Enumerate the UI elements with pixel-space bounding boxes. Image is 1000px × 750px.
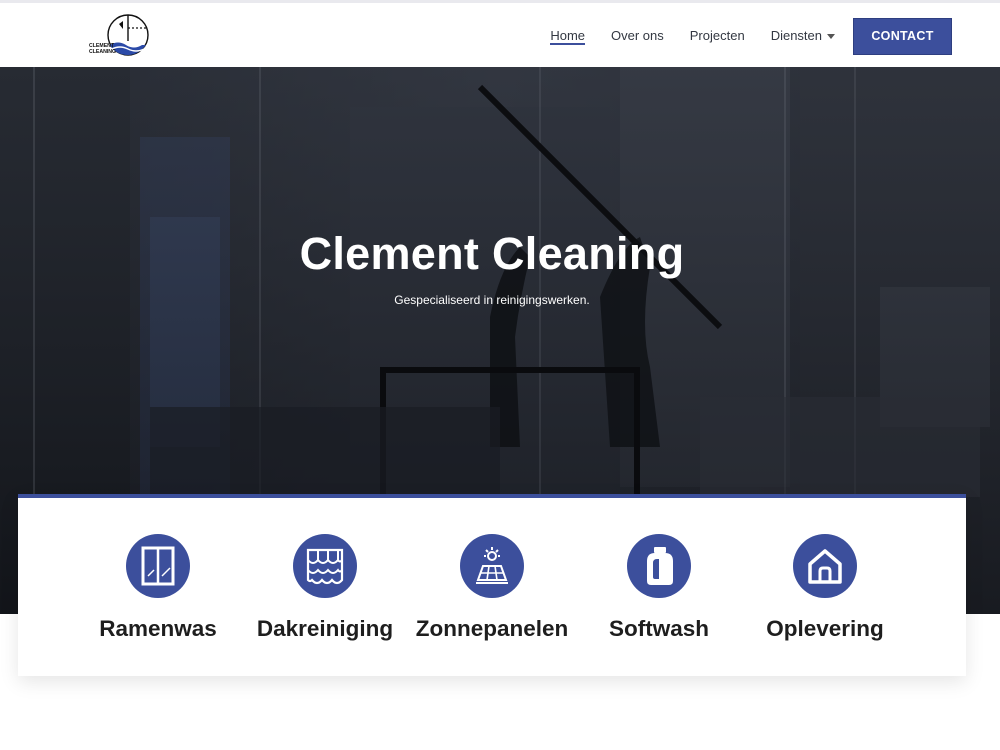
service-icon-circle bbox=[460, 534, 524, 598]
service-icon-circle bbox=[793, 534, 857, 598]
service-icon-circle bbox=[126, 534, 190, 598]
nav-projecten[interactable]: Projecten bbox=[690, 28, 745, 45]
nav-home[interactable]: Home bbox=[550, 28, 586, 45]
roof-tiles-icon bbox=[306, 548, 344, 585]
company-logo[interactable]: CLEMENT CLEANING bbox=[88, 11, 150, 63]
service-label: Dakreiniging bbox=[256, 616, 394, 641]
nav-over-ons[interactable]: Over ons bbox=[611, 28, 664, 45]
service-icon-circle bbox=[627, 534, 691, 598]
page: CLEMENT CLEANING Home Over ons Projecten… bbox=[0, 0, 1000, 750]
service-label: Zonnepanelen bbox=[415, 616, 569, 641]
hero-subtitle: Gespecialiseerd in reinigingswerken. bbox=[394, 293, 590, 307]
service-softwash[interactable]: Softwash bbox=[576, 534, 742, 642]
window-icon bbox=[141, 546, 175, 586]
detergent-bottle-icon bbox=[647, 547, 673, 585]
house-icon bbox=[808, 549, 842, 584]
nav-diensten-label: Diensten bbox=[770, 27, 822, 43]
caret-down-icon bbox=[827, 33, 835, 39]
service-icon-circle bbox=[293, 534, 357, 598]
services-card: Ramenwas Dakreiniging Zonnepanelen Softw… bbox=[18, 494, 966, 676]
service-label: Oplevering bbox=[766, 616, 884, 641]
main-nav: Home Over ons Projecten Diensten CONTACT bbox=[524, 16, 952, 56]
service-ramenwas[interactable]: Ramenwas bbox=[75, 534, 241, 642]
service-label: Ramenwas bbox=[99, 616, 217, 641]
service-dakreiniging[interactable]: Dakreiniging bbox=[242, 534, 408, 642]
svg-text:CLEANING: CLEANING bbox=[89, 49, 116, 55]
service-oplevering[interactable]: Oplevering bbox=[742, 534, 908, 642]
service-label: Softwash bbox=[608, 616, 709, 641]
contact-button[interactable]: CONTACT bbox=[853, 17, 952, 55]
site-header: CLEMENT CLEANING Home Over ons Projecten… bbox=[0, 0, 1000, 67]
hero-title: Clement Cleaning bbox=[299, 228, 685, 279]
service-zonnepanelen[interactable]: Zonnepanelen bbox=[409, 534, 575, 642]
nav-diensten[interactable]: Diensten bbox=[771, 28, 835, 45]
logo-icon: CLEMENT CLEANING bbox=[89, 14, 149, 56]
solar-panel-icon bbox=[476, 547, 508, 584]
